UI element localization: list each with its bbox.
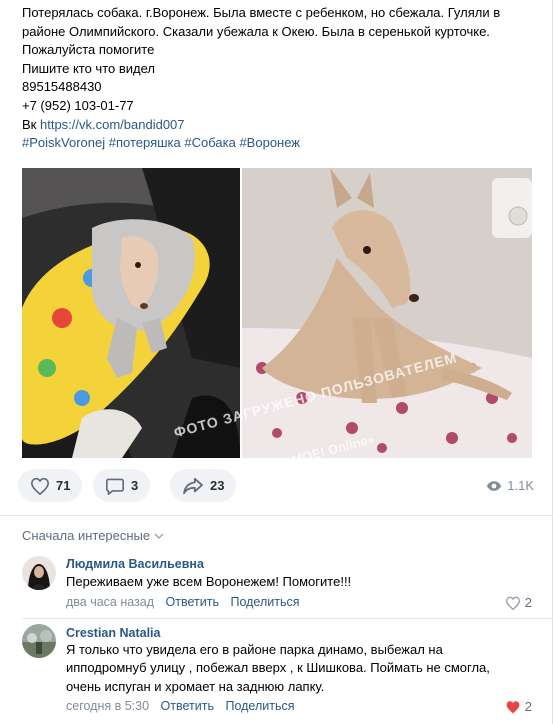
comment-text-line: очень испуган и хромает на заднюю лапку.	[66, 678, 325, 694]
hashtag-link[interactable]: #Собака	[184, 135, 235, 150]
comment-time[interactable]: сегодня в 5:30	[66, 699, 149, 713]
share-icon	[183, 477, 203, 494]
comment-text: Переживаем уже всем Воронежем! Помогите!…	[66, 574, 352, 589]
comment-meta: два часа назад Ответить Поделиться	[66, 595, 308, 609]
vk-profile-link[interactable]: https://vk.com/bandid007	[40, 117, 185, 132]
post-actions: 71 3 23 1.1K	[18, 469, 538, 503]
like-button[interactable]: 71	[18, 469, 83, 502]
hashtag-link[interactable]: #PoiskVoronej	[22, 135, 105, 150]
hashtag-link[interactable]: #потеряшка	[109, 135, 181, 150]
hashtag-link[interactable]: #Воронеж	[239, 135, 300, 150]
chevron-down-icon	[154, 533, 164, 539]
views-counter: 1.1K	[486, 478, 534, 493]
comments-sort-dropdown[interactable]: Сначала интересные	[22, 528, 164, 543]
avatar[interactable]	[22, 556, 56, 590]
heart-icon	[30, 477, 50, 495]
share-count: 23	[210, 478, 225, 493]
post-line: районе Олимпийского. Сказали убежала к О…	[22, 23, 490, 39]
comment-divider	[22, 618, 553, 619]
comment-like-count: 2	[524, 595, 532, 610]
share-comment-button[interactable]: Поделиться	[230, 595, 299, 609]
post-text: Потерялась собака. г.Воронеж. Была вмест…	[22, 4, 537, 153]
comment-like-count: 2	[524, 699, 532, 714]
comment-like-button[interactable]: 2	[505, 595, 532, 610]
vk-line: Вк https://vk.com/bandid007	[22, 116, 537, 135]
post-line: Пишите кто что видел	[22, 60, 155, 76]
comment-meta: сегодня в 5:30 Ответить Поделиться	[66, 699, 302, 713]
share-comment-button[interactable]: Поделиться	[225, 699, 294, 713]
comment-count: 3	[131, 478, 139, 493]
hashtags: #PoiskVoronej #потеряшка #Собака #Вороне…	[22, 134, 537, 153]
like-count: 71	[56, 478, 71, 493]
comment-text-line: Я только что увидела его в районе парка …	[66, 642, 443, 657]
share-button[interactable]: 23	[170, 469, 237, 502]
sort-label: Сначала интересные	[22, 528, 151, 543]
comment-like-button[interactable]: 2	[505, 699, 532, 714]
heart-icon	[505, 596, 520, 610]
avatar[interactable]	[22, 624, 56, 658]
comment-button[interactable]: 3	[93, 469, 151, 502]
heart-filled-icon	[506, 700, 520, 713]
comment-author[interactable]: Crestian Natalia	[66, 626, 160, 640]
reply-button[interactable]: Ответить	[161, 699, 214, 713]
post-line: Потерялась собака. г.Воронеж. Была вмест…	[22, 5, 501, 20]
photo-gallery	[22, 168, 532, 458]
photo-dog-on-bed[interactable]	[242, 168, 532, 458]
comment-time[interactable]: два часа назад	[66, 595, 154, 609]
reply-button[interactable]: Ответить	[166, 595, 219, 609]
section-divider	[0, 515, 553, 516]
vk-prefix: Вк	[22, 116, 40, 132]
comment-icon	[106, 478, 124, 495]
phone-number-1: 89515488430	[22, 79, 102, 95]
views-count: 1.1K	[507, 478, 534, 493]
phone-number-2: +7 (952) 103-01-77	[22, 97, 134, 113]
post-line: Пожалуйста помогите	[22, 42, 155, 58]
eye-icon	[487, 480, 502, 491]
comment-author[interactable]: Людмила Васильевна	[66, 557, 204, 571]
comment-text: Я только что увидела его в районе парка …	[66, 641, 536, 696]
comment-text-line: ипподромнуб улицу , побежал вверх , к Ши…	[66, 660, 490, 676]
